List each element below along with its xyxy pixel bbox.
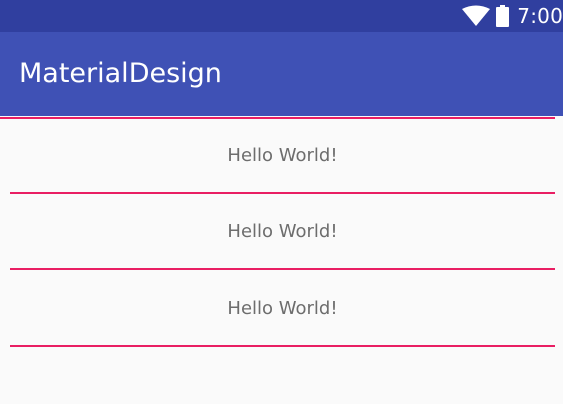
toolbar-title: MaterialDesign	[19, 58, 222, 89]
status-icons: 7:00	[462, 0, 563, 32]
status-bar: 7:00	[0, 0, 563, 32]
battery-icon	[496, 5, 510, 27]
list-item: Hello World!	[10, 271, 555, 347]
content-list: Hello World! Hello World! Hello World!	[0, 116, 563, 404]
list-item-text: Hello World!	[227, 221, 338, 242]
status-time: 7:00	[517, 4, 563, 28]
list-item-text: Hello World!	[227, 298, 338, 319]
app-toolbar: MaterialDesign	[0, 32, 563, 116]
wifi-icon	[462, 5, 491, 26]
list-item: Hello World!	[10, 118, 555, 194]
list-item-text: Hello World!	[227, 145, 338, 166]
list-item: Hello World!	[10, 194, 555, 270]
